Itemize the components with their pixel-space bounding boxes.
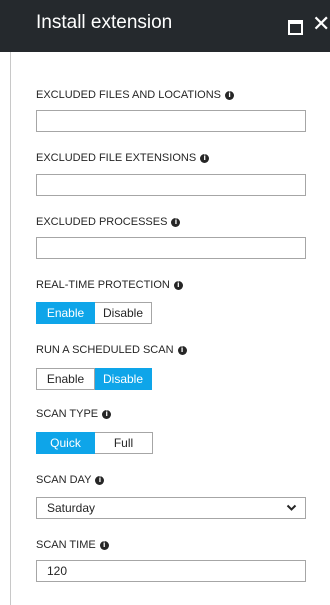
scheduled-disable-option[interactable]: Disable — [95, 368, 152, 390]
info-icon[interactable]: i — [102, 409, 112, 419]
page-title: Install extension — [36, 12, 173, 33]
realtime-disable-option[interactable]: Disable — [95, 302, 152, 324]
excluded-files-label: EXCLUDED FILES AND LOCATIONS i — [36, 89, 235, 101]
excluded-processes-input[interactable] — [36, 237, 306, 259]
scan-type-label-text: SCAN TYPE — [36, 408, 99, 420]
excluded-extensions-label: EXCLUDED FILE EXTENSIONS i — [36, 152, 210, 164]
scan-time-label: SCAN TIME i — [36, 539, 109, 551]
realtime-protection-label-text: REAL-TIME PROTECTION — [36, 279, 170, 291]
excluded-extensions-input[interactable] — [36, 174, 306, 196]
panel-border — [10, 52, 11, 605]
scan-time-input[interactable] — [36, 560, 306, 582]
scan-day-label: SCAN DAY i — [36, 474, 105, 486]
realtime-protection-toggle: Enable Disable — [36, 302, 152, 324]
blade-header: Install extension ✕ — [0, 0, 330, 52]
excluded-extensions-label-text: EXCLUDED FILE EXTENSIONS — [36, 152, 197, 164]
maximize-icon[interactable] — [288, 20, 303, 35]
realtime-enable-option[interactable]: Enable — [36, 302, 95, 324]
scan-type-toggle: Quick Full — [36, 432, 153, 454]
scheduled-scan-label: RUN A SCHEDULED SCAN i — [36, 344, 187, 356]
scan-type-full-option[interactable]: Full — [95, 432, 153, 454]
scan-day-value: Saturday — [47, 501, 96, 515]
scheduled-scan-toggle: Enable Disable — [36, 368, 152, 390]
info-icon[interactable]: i — [177, 345, 187, 355]
excluded-files-input[interactable] — [36, 110, 306, 132]
info-icon[interactable]: i — [173, 280, 183, 290]
scan-type-label: SCAN TYPE i — [36, 408, 112, 420]
info-icon[interactable]: i — [171, 217, 181, 227]
scan-day-select[interactable]: Saturday — [36, 497, 306, 519]
scan-time-label-text: SCAN TIME — [36, 539, 96, 551]
close-icon[interactable]: ✕ — [312, 11, 330, 37]
scan-day-label-text: SCAN DAY — [36, 474, 92, 486]
realtime-protection-label: REAL-TIME PROTECTION i — [36, 279, 183, 291]
excluded-processes-label-text: EXCLUDED PROCESSES — [36, 216, 168, 228]
scheduled-enable-option[interactable]: Enable — [36, 368, 95, 390]
chevron-down-icon — [286, 504, 297, 511]
scan-type-quick-option[interactable]: Quick — [36, 432, 95, 454]
info-icon[interactable]: i — [95, 475, 105, 485]
scheduled-scan-label-text: RUN A SCHEDULED SCAN — [36, 344, 174, 356]
info-icon[interactable]: i — [99, 540, 109, 550]
info-icon[interactable]: i — [200, 153, 210, 163]
info-icon[interactable]: i — [225, 90, 235, 100]
excluded-processes-label: EXCLUDED PROCESSES i — [36, 216, 181, 228]
excluded-files-label-text: EXCLUDED FILES AND LOCATIONS — [36, 89, 222, 101]
